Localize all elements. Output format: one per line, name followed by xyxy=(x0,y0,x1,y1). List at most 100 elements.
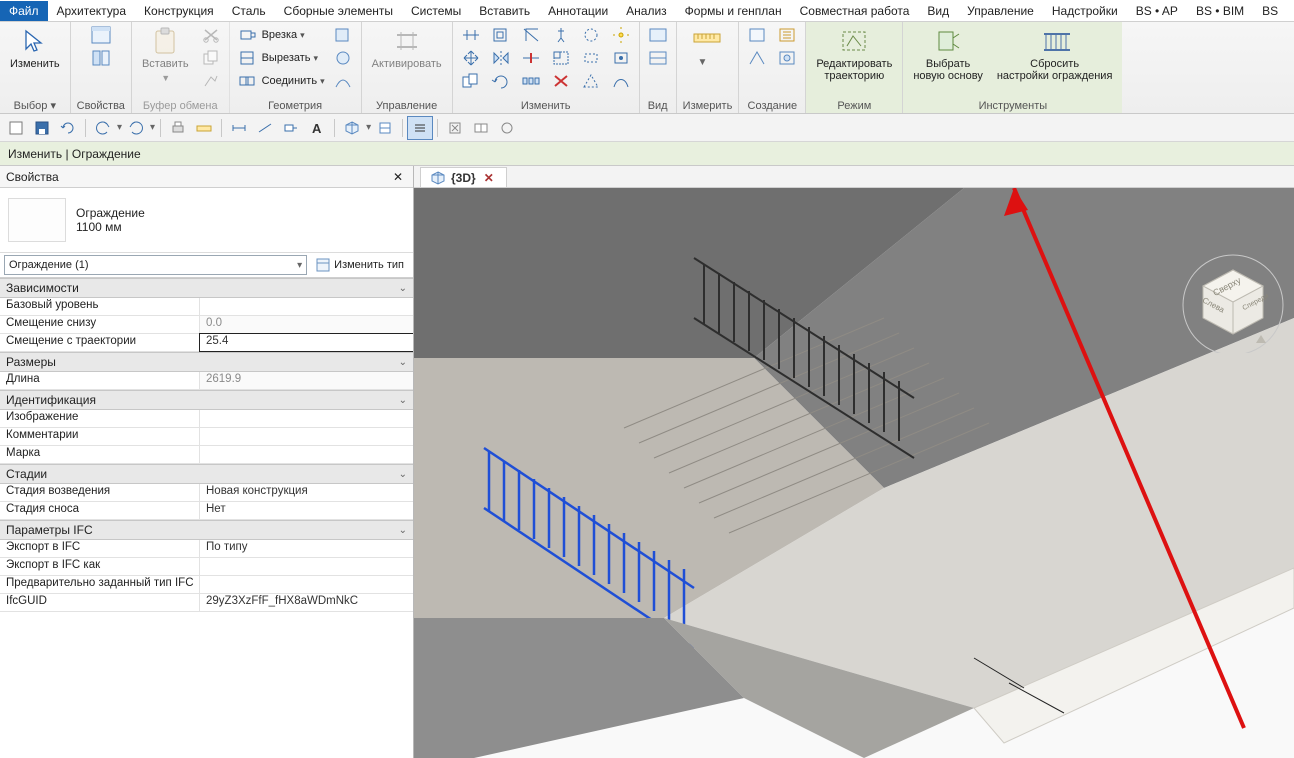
properties-palette-button[interactable] xyxy=(89,24,113,46)
qat-print-icon[interactable] xyxy=(166,117,190,139)
join-button[interactable] xyxy=(236,70,260,92)
mod-extra6[interactable] xyxy=(609,70,633,92)
qat-undo-icon[interactable] xyxy=(91,117,115,139)
create-c-button[interactable] xyxy=(775,24,799,46)
pgroup-phases[interactable]: Стадии⌄ xyxy=(0,464,413,484)
scale-button[interactable] xyxy=(549,47,573,69)
menu-structure[interactable]: Конструкция xyxy=(135,1,223,21)
type-properties-button[interactable] xyxy=(89,47,113,69)
prop-predef-ifc[interactable]: Предварительно заданный тип IFC xyxy=(0,576,413,594)
menu-analyze[interactable]: Анализ xyxy=(617,1,676,21)
menu-insert[interactable]: Вставить xyxy=(470,1,539,21)
modify-button[interactable]: Изменить xyxy=(6,24,64,72)
menu-bs[interactable]: BS xyxy=(1253,1,1287,21)
mirror-button[interactable] xyxy=(489,47,513,69)
qat-sync-icon[interactable] xyxy=(56,117,80,139)
geom-c-button[interactable] xyxy=(331,70,355,92)
prop-export-ifc[interactable]: Экспорт в IFCПо типу xyxy=(0,540,413,558)
cut-geom-button[interactable] xyxy=(236,47,260,69)
qat-misc-icon[interactable] xyxy=(495,117,519,139)
match-button[interactable] xyxy=(199,70,223,92)
delete-button[interactable] xyxy=(549,70,573,92)
menu-collab[interactable]: Совместная работа xyxy=(791,1,919,21)
cope-button[interactable] xyxy=(236,24,260,46)
close-icon[interactable]: ✕ xyxy=(389,170,407,184)
pgroup-ident[interactable]: Идентификация⌄ xyxy=(0,390,413,410)
qat-close-icon[interactable] xyxy=(443,117,467,139)
create-d-button[interactable] xyxy=(775,47,799,69)
rotate-button[interactable] xyxy=(489,70,513,92)
pgroup-dims[interactable]: Размеры⌄ xyxy=(0,352,413,372)
view-b-button[interactable] xyxy=(646,47,670,69)
prop-offset-bottom[interactable]: Смещение снизу0.0 xyxy=(0,316,413,334)
pick-new-host-button[interactable]: Выбрать новую основу xyxy=(909,24,987,84)
view-a-button[interactable] xyxy=(646,24,670,46)
create-b-button[interactable] xyxy=(745,47,769,69)
geom-a-button[interactable] xyxy=(331,24,355,46)
menu-steel[interactable]: Сталь xyxy=(223,1,275,21)
mod-extra2[interactable] xyxy=(579,47,603,69)
prop-phase-demo[interactable]: Стадия сносаНет xyxy=(0,502,413,520)
qat-3d-icon[interactable] xyxy=(340,117,364,139)
qat-thin-icon[interactable] xyxy=(408,117,432,139)
mod-extra3[interactable] xyxy=(579,70,603,92)
tab-close-icon[interactable]: ✕ xyxy=(482,171,496,185)
type-selector-combo[interactable]: Ограждение (1) ▾ xyxy=(4,255,307,275)
menu-file[interactable]: Файл xyxy=(0,1,48,21)
qat-dim2-icon[interactable] xyxy=(253,117,277,139)
qat-section-icon[interactable] xyxy=(373,117,397,139)
menu-precast[interactable]: Сборные элементы xyxy=(275,1,402,21)
qat-tag-icon[interactable] xyxy=(279,117,303,139)
qat-measure-icon[interactable] xyxy=(192,117,216,139)
edit-type-button[interactable]: Изменить тип xyxy=(311,255,409,275)
pgroup-ifc[interactable]: Параметры IFC⌄ xyxy=(0,520,413,540)
prop-offset-path[interactable]: Смещение с траектории25.4 xyxy=(0,334,413,352)
menu-architecture[interactable]: Архитектура xyxy=(48,1,136,21)
menu-bsbim[interactable]: BS • BIM xyxy=(1187,1,1253,21)
reset-railing-button[interactable]: Сбросить настройки ограждения xyxy=(993,24,1117,84)
move-button[interactable] xyxy=(459,47,483,69)
prop-length[interactable]: Длина2619.9 xyxy=(0,372,413,390)
view-cube[interactable]: Сверху Слева Спереди xyxy=(1178,243,1288,353)
qat-dim-icon[interactable] xyxy=(227,117,251,139)
prop-phase-created[interactable]: Стадия возведенияНовая конструкция xyxy=(0,484,413,502)
mod-extra1[interactable] xyxy=(579,24,603,46)
chevron-down-icon[interactable]: ▾ xyxy=(366,122,371,133)
menu-annotate[interactable]: Аннотации xyxy=(539,1,617,21)
prop-ifcguid[interactable]: IfcGUID29yZ3XzFfF_fHX8aWDmNkC xyxy=(0,594,413,612)
copy2-button[interactable] xyxy=(459,70,483,92)
menu-bsap[interactable]: BS • AP xyxy=(1127,1,1187,21)
prop-export-ifc-as[interactable]: Экспорт в IFC как xyxy=(0,558,413,576)
qat-new-icon[interactable] xyxy=(4,117,28,139)
menu-massing[interactable]: Формы и генплан xyxy=(676,1,791,21)
menu-view[interactable]: Вид xyxy=(918,1,958,21)
paste-button[interactable]: Вставить ▼ xyxy=(138,24,193,86)
qat-switch-icon[interactable] xyxy=(469,117,493,139)
split-button[interactable] xyxy=(519,47,543,69)
prop-base-level[interactable]: Базовый уровень xyxy=(0,298,413,316)
qat-text-icon[interactable]: A xyxy=(305,117,329,139)
menu-systems[interactable]: Системы xyxy=(402,1,470,21)
geom-b-button[interactable] xyxy=(331,47,355,69)
viewport-3d[interactable]: Сверху Слева Спереди xyxy=(414,188,1294,758)
measure-drop[interactable]: ▼ xyxy=(690,51,714,73)
cut-button[interactable] xyxy=(199,24,223,46)
view-tab-3d[interactable]: {3D} ✕ xyxy=(420,167,507,187)
pgroup-constraints[interactable]: Зависимости⌄ xyxy=(0,278,413,298)
copy-button[interactable] xyxy=(199,47,223,69)
prop-comments[interactable]: Комментарии xyxy=(0,428,413,446)
qat-save-icon[interactable] xyxy=(30,117,54,139)
chevron-down-icon[interactable]: ▾ xyxy=(117,122,122,133)
array-button[interactable] xyxy=(519,70,543,92)
pin-button[interactable] xyxy=(549,24,573,46)
trim-button[interactable] xyxy=(519,24,543,46)
prop-image[interactable]: Изображение xyxy=(0,410,413,428)
menu-manage[interactable]: Управление xyxy=(958,1,1043,21)
align-button[interactable] xyxy=(459,24,483,46)
menu-addins[interactable]: Надстройки xyxy=(1043,1,1127,21)
offset-button[interactable] xyxy=(489,24,513,46)
chevron-down-icon[interactable]: ▾ xyxy=(150,122,155,133)
mod-extra5[interactable] xyxy=(609,47,633,69)
activate-button[interactable]: Активировать xyxy=(368,24,446,72)
mod-extra4[interactable] xyxy=(609,24,633,46)
